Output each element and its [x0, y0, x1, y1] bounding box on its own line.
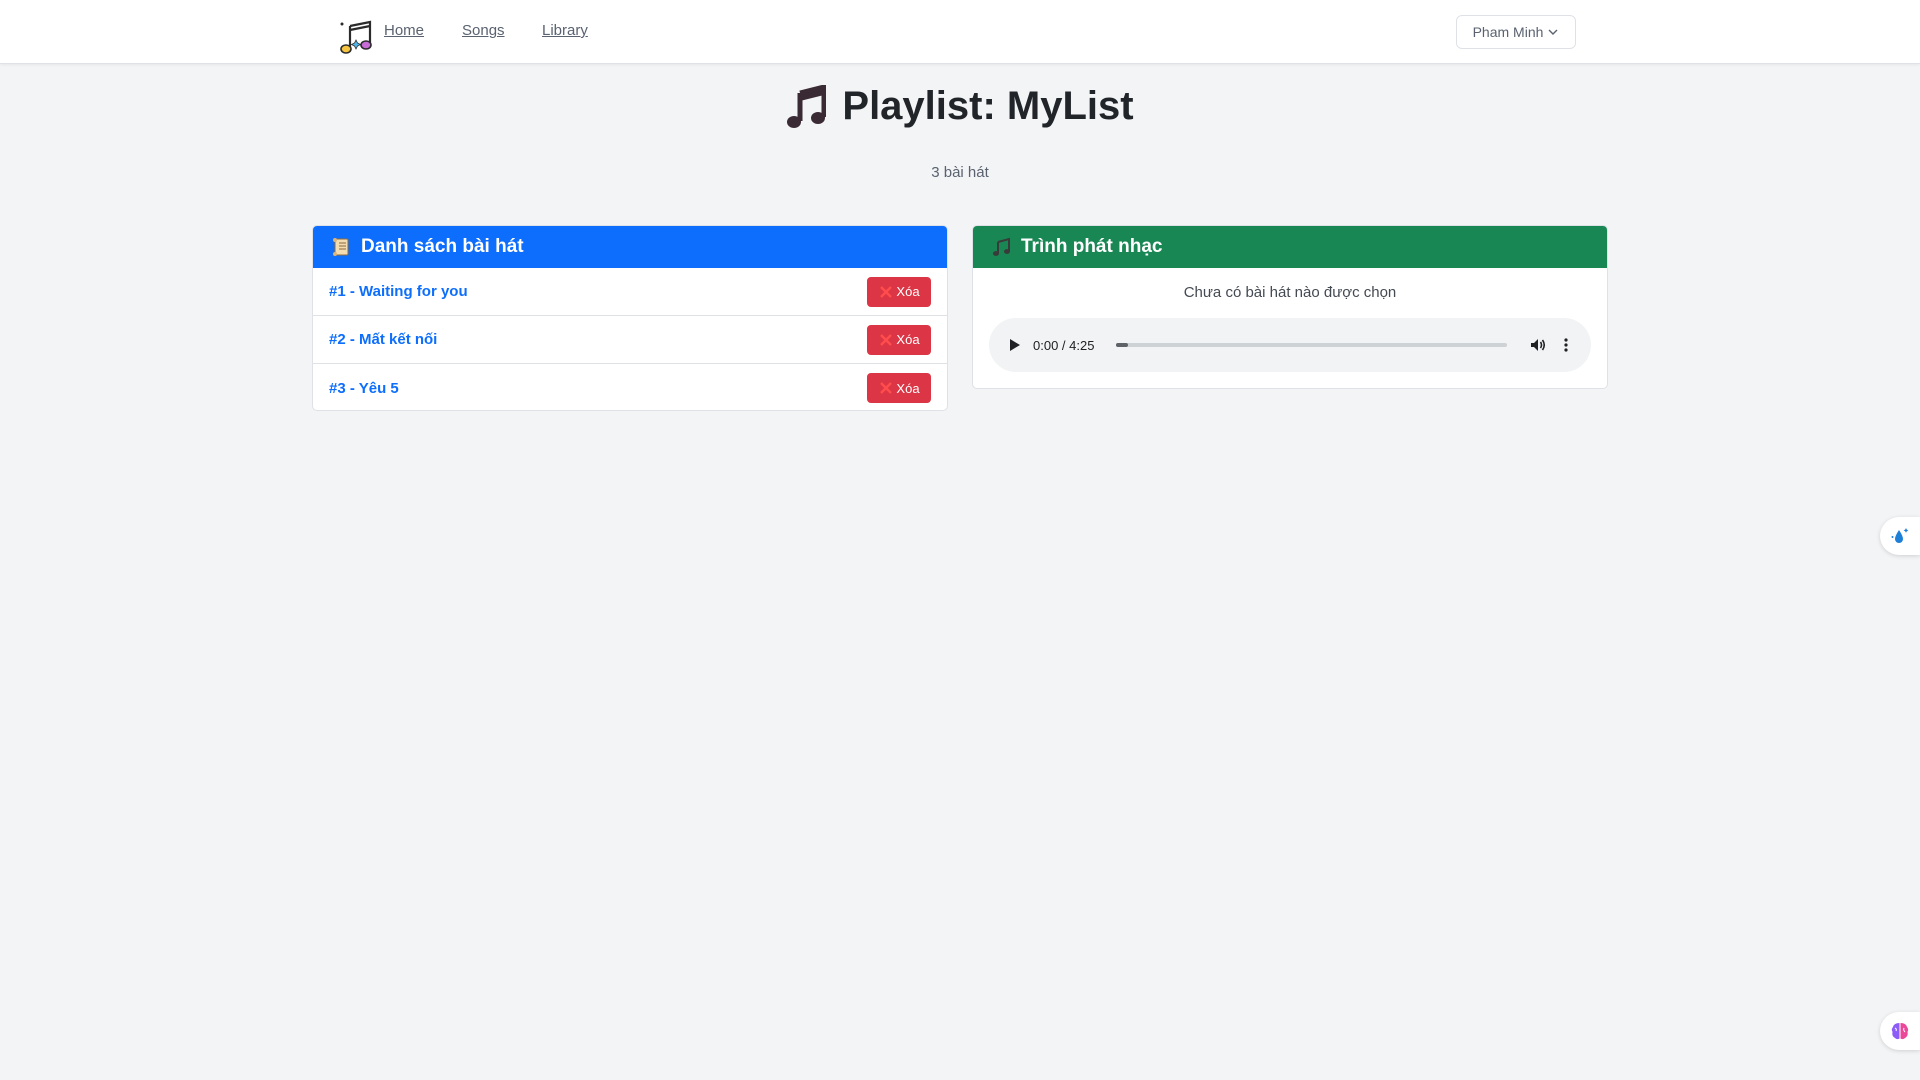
nav-link-songs[interactable]: Songs	[462, 22, 505, 39]
player-body: Chưa có bài hát nào được chọn	[973, 268, 1607, 304]
audio-progress-fill	[1116, 343, 1129, 347]
delete-button[interactable]: Xóa	[867, 276, 931, 307]
nav-link-library[interactable]: Library	[542, 22, 588, 39]
page-title: Playlist: MyList	[0, 84, 1920, 129]
list-item: #2 - Mất kết nối Xóa	[313, 316, 947, 364]
user-menu-dropdown[interactable]: Pham Minh	[1456, 15, 1576, 49]
chevron-down-icon	[1548, 29, 1558, 35]
list-item: #1 - Waiting for you Xóa	[313, 268, 947, 316]
player-title: Trình phát nhạc	[1021, 236, 1163, 257]
cross-icon	[880, 382, 893, 394]
user-name: Pham Minh	[1472, 24, 1544, 40]
delete-button[interactable]: Xóa	[867, 373, 931, 403]
song-list-title: Danh sách bài hát	[361, 236, 524, 257]
no-song-message: Chưa có bài hát nào được chọn	[1183, 284, 1397, 301]
page-title-text: Playlist: MyList	[842, 84, 1134, 128]
brain-widget[interactable]	[1880, 1012, 1920, 1050]
song-link[interactable]: #2 - Mất kết nối	[329, 331, 437, 348]
delete-label: Xóa	[896, 380, 920, 396]
music-player-card: Trình phát nhạc Chưa có bài hát nào được…	[972, 225, 1608, 389]
water-drop-widget[interactable]	[1880, 517, 1920, 555]
more-options-icon[interactable]	[1557, 336, 1575, 354]
music-note-icon	[787, 84, 827, 128]
brain-icon	[1891, 1023, 1909, 1040]
song-count: 3 bài hát	[931, 164, 989, 181]
music-notes-logo-icon[interactable]	[336, 18, 376, 58]
song-link[interactable]: #3 - Yêu 5	[329, 380, 399, 397]
scroll-icon	[333, 238, 349, 256]
list-item: #3 - Yêu 5 Xóa	[313, 364, 947, 410]
cross-icon	[880, 333, 893, 346]
delete-label: Xóa	[896, 332, 920, 347]
song-list-card: Danh sách bài hát #1 - Waiting for you X…	[312, 225, 948, 411]
cross-icon	[880, 285, 893, 298]
navbar: Home Songs Library Pham Minh	[0, 0, 1920, 64]
music-notes-icon	[993, 237, 1010, 256]
song-link[interactable]: #1 - Waiting for you	[329, 283, 468, 300]
player-header: Trình phát nhạc	[973, 226, 1607, 268]
water-drop-sparkle-icon	[1891, 528, 1909, 543]
delete-label: Xóa	[896, 284, 920, 299]
audio-player: 0:00 / 4:25	[989, 318, 1591, 372]
audio-time: 0:00 / 4:25	[1033, 337, 1095, 353]
nav-link-home[interactable]: Home	[384, 22, 424, 39]
delete-button[interactable]: Xóa	[867, 324, 931, 355]
song-list-header: Danh sách bài hát	[313, 226, 947, 268]
play-icon[interactable]	[1005, 336, 1023, 354]
audio-progress-slider[interactable]	[1116, 343, 1507, 347]
volume-icon[interactable]	[1529, 336, 1547, 354]
